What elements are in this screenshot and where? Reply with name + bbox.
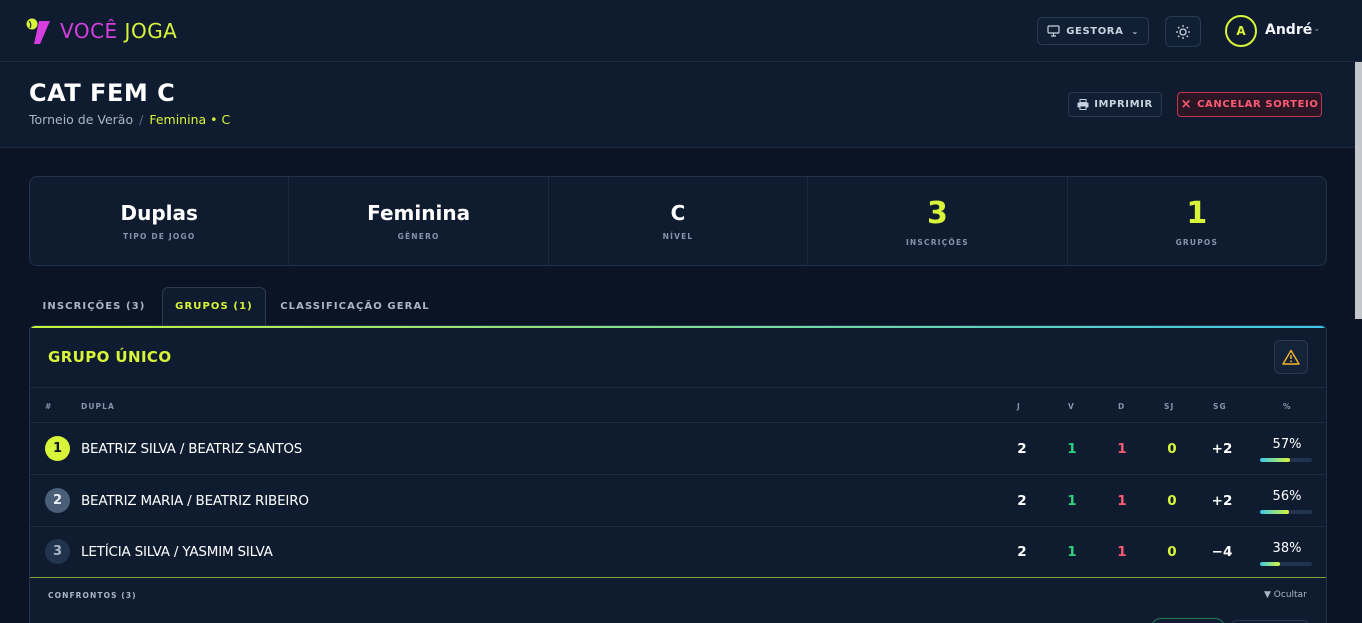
stat-label: GÊNERO <box>397 232 440 241</box>
dupla-name: BEATRIZ SILVA / BEATRIZ SANTOS <box>81 441 303 457</box>
category-stats: Duplas TIPO DE JOGO Feminina GÊNERO C NÍ… <box>29 176 1327 266</box>
avatar[interactable]: A <box>1225 15 1257 47</box>
sets-played: 0 <box>1167 441 1177 457</box>
column-header-rank: # <box>45 402 53 411</box>
breadcrumb-current: Feminina • C <box>149 112 231 127</box>
stat-label: TIPO DE JOGO <box>122 232 196 241</box>
losses: 1 <box>1117 544 1127 560</box>
stat-value: 3 <box>926 195 948 231</box>
scrollbar[interactable] <box>1355 62 1362 319</box>
table-row[interactable]: 1 BEATRIZ SILVA / BEATRIZ SANTOS 2 1 1 0… <box>30 423 1326 475</box>
cancel-draw-button[interactable]: × CANCELAR SORTEIO <box>1177 92 1322 117</box>
wins: 1 <box>1067 441 1077 457</box>
win-percentage-fill <box>1260 458 1290 462</box>
print-label: IMPRIMIR <box>1094 99 1153 110</box>
tab-registrations[interactable]: INSCRIÇÕES (3) <box>29 287 159 325</box>
win-percentage-bar <box>1260 458 1312 462</box>
stat-label: NÍVEL <box>662 232 694 241</box>
sets-played: 0 <box>1167 493 1177 509</box>
confrontos-divider <box>30 577 1326 578</box>
rank-badge: 2 <box>45 488 70 513</box>
losses: 1 <box>1117 441 1127 457</box>
logo-mark-icon <box>26 18 50 44</box>
tab-overall-ranking[interactable]: CLASSIFICAÇÃO GERAL <box>266 287 444 325</box>
cancel-draw-label: CANCELAR SORTEIO <box>1197 99 1319 110</box>
hide-confrontos-toggle[interactable]: ▼ Ocultar <box>1264 590 1307 600</box>
monitor-icon <box>1047 25 1060 37</box>
divider <box>30 387 1326 388</box>
table-row[interactable]: 3 LETÍCIA SILVA / YASMIM SILVA 2 1 1 0 −… <box>30 527 1326 579</box>
stat-value: C <box>670 201 686 225</box>
chevron-down-icon: ⌄ <box>1131 26 1139 36</box>
sun-icon <box>1176 24 1190 39</box>
stat-game-type: Duplas TIPO DE JOGO <box>30 177 290 265</box>
dupla-name: BEATRIZ MARIA / BEATRIZ RIBEIRO <box>81 493 309 509</box>
win-percentage-bar <box>1260 510 1312 514</box>
warning-button[interactable] <box>1274 340 1308 374</box>
panel-accent-line <box>30 326 1326 328</box>
rank-badge: 3 <box>45 539 70 564</box>
column-header-j: J <box>1017 402 1021 411</box>
win-percentage: 57% <box>1272 437 1302 452</box>
column-header-pct: % <box>1283 402 1292 411</box>
confrontos-label: CONFRONTOS (3) <box>48 591 137 600</box>
column-header-dupla: DUPLA <box>81 402 115 411</box>
wins: 1 <box>1067 493 1077 509</box>
losses: 1 <box>1117 493 1127 509</box>
set-balance: +2 <box>1211 493 1233 509</box>
breadcrumb: Torneio de Verão / Feminina • C <box>29 112 230 127</box>
table-row[interactable]: 2 BEATRIZ MARIA / BEATRIZ RIBEIRO 2 1 1 … <box>30 475 1326 527</box>
logo-text-joga: JOGA <box>124 19 178 43</box>
column-header-d: D <box>1118 402 1126 411</box>
win-percentage-fill <box>1260 510 1290 514</box>
stat-groups: 1 GRUPOS <box>1068 177 1326 265</box>
win-percentage: 56% <box>1272 489 1302 504</box>
games-played: 2 <box>1017 544 1027 560</box>
tab-groups[interactable]: GRUPOS (1) <box>162 287 266 325</box>
group-panel: GRUPO ÚNICO # DUPLA J V D SJ SG % 1 BEAT… <box>29 325 1327 623</box>
stat-label: INSCRIÇÕES <box>905 237 969 247</box>
theme-toggle-button[interactable] <box>1165 16 1201 47</box>
page-title: CAT FEM C <box>29 79 176 107</box>
breadcrumb-separator: / <box>139 112 144 127</box>
print-button[interactable]: IMPRIMIR <box>1068 92 1162 117</box>
close-icon: × <box>1180 96 1193 112</box>
stat-label: GRUPOS <box>1175 237 1219 247</box>
column-header-sj: SJ <box>1164 402 1175 411</box>
rank-badge: 1 <box>45 436 70 461</box>
warning-icon <box>1282 349 1300 365</box>
user-name[interactable]: André <box>1265 22 1312 38</box>
stat-value: 1 <box>1186 195 1208 231</box>
top-bar: VOCÊ JOGA GESTORA ⌄ A André ⌄ <box>0 0 1362 62</box>
role-selector-label: GESTORA <box>1066 25 1124 37</box>
win-percentage: 38% <box>1272 541 1302 556</box>
dupla-name: LETÍCIA SILVA / YASMIM SILVA <box>81 544 273 560</box>
sets-played: 0 <box>1167 544 1177 560</box>
win-percentage-bar <box>1260 562 1312 566</box>
printer-icon <box>1077 99 1089 110</box>
column-header-sg: SG <box>1213 402 1227 411</box>
set-balance: −4 <box>1211 544 1233 560</box>
stat-value: Feminina <box>367 201 471 225</box>
win-percentage-fill <box>1260 562 1280 566</box>
user-menu-chevron-icon[interactable]: ⌄ <box>1313 24 1321 34</box>
games-played: 2 <box>1017 441 1027 457</box>
logo-text-voce: VOCÊ <box>60 19 118 43</box>
logo[interactable]: VOCÊ JOGA <box>26 16 177 46</box>
column-header-v: V <box>1068 402 1075 411</box>
role-selector-button[interactable]: GESTORA ⌄ <box>1037 17 1149 45</box>
games-played: 2 <box>1017 493 1027 509</box>
stat-gender: Feminina GÊNERO <box>289 177 549 265</box>
set-balance: +2 <box>1211 441 1233 457</box>
group-title: GRUPO ÚNICO <box>48 348 172 366</box>
match-status-badge <box>1151 618 1225 623</box>
tabs: INSCRIÇÕES (3) GRUPOS (1) CLASSIFICAÇÃO … <box>29 287 444 325</box>
wins: 1 <box>1067 544 1077 560</box>
stat-value: Duplas <box>120 201 198 225</box>
stat-registrations: 3 INSCRIÇÕES <box>808 177 1068 265</box>
stat-level: C NÍVEL <box>549 177 809 265</box>
page-header: CAT FEM C Torneio de Verão / Feminina • … <box>0 62 1355 148</box>
breadcrumb-parent[interactable]: Torneio de Verão <box>29 112 133 127</box>
